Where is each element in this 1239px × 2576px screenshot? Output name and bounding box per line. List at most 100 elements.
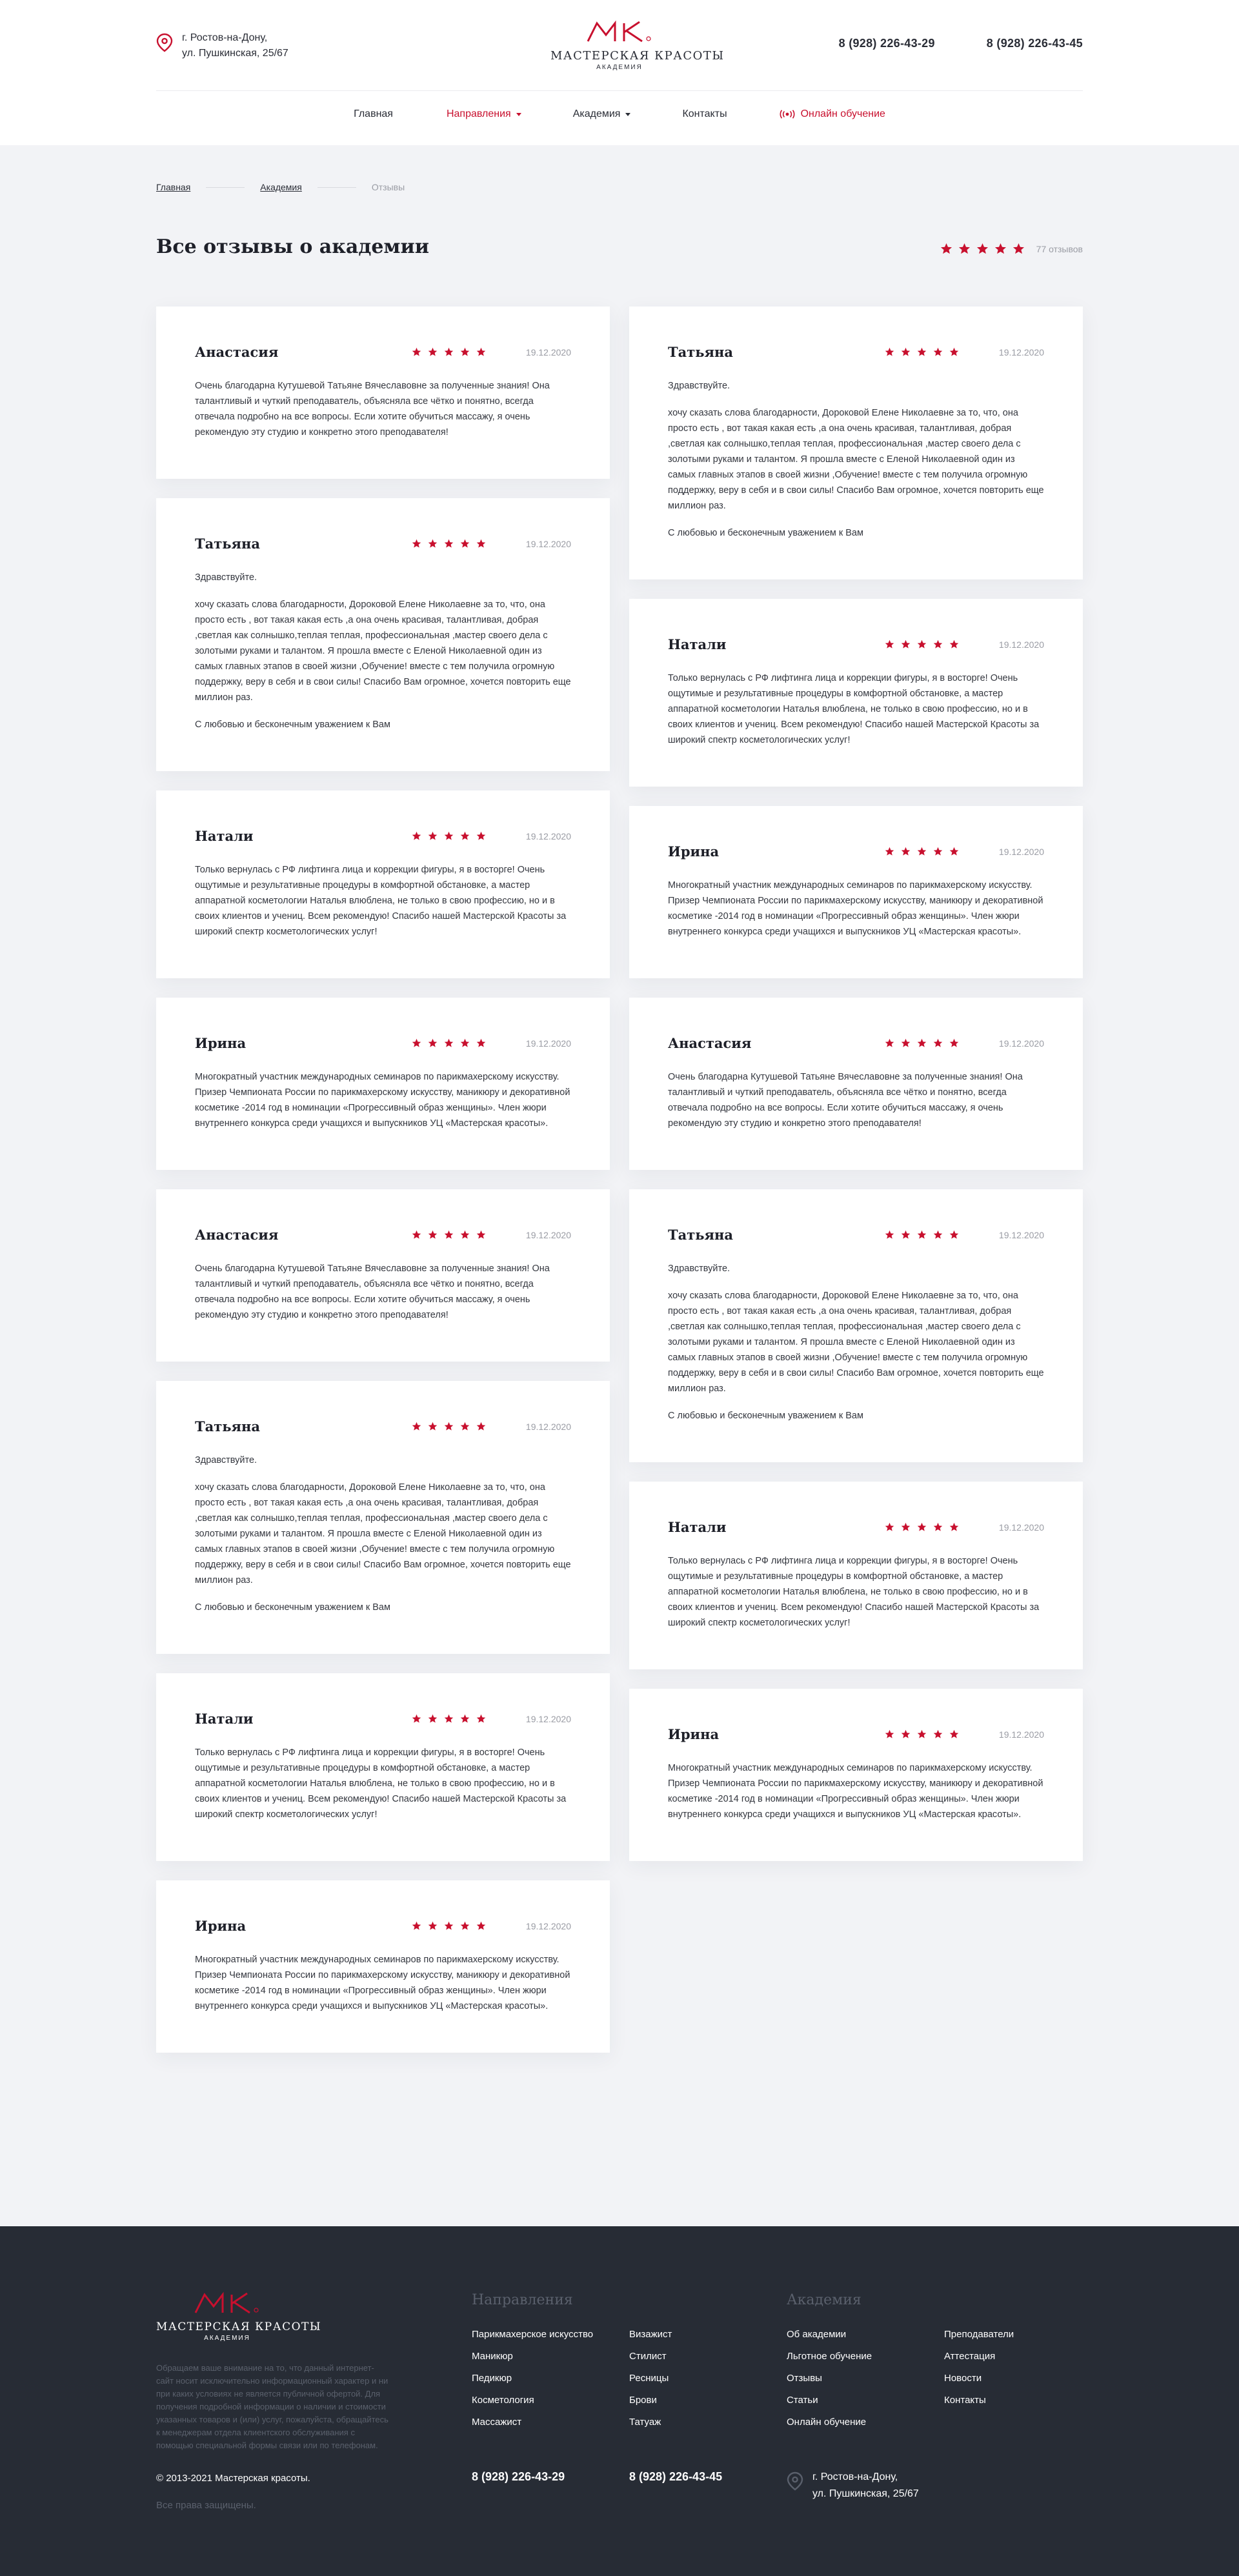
phone-link-2[interactable]: 8 (928) 226-43-45 <box>987 37 1083 50</box>
site-logo[interactable]: МАСТЕРСКАЯ КРАСОТЫ АКАДЕМИЯ <box>550 19 723 71</box>
review-stars <box>412 347 486 357</box>
star-icon <box>933 847 943 856</box>
review-author: Ирина <box>668 843 720 860</box>
footer-academy-item: Льготное обучение <box>787 2350 872 2363</box>
review-paragraph: Многократный участник международных семи… <box>195 1955 570 2011</box>
footer-academy-link[interactable]: Новости <box>944 2373 982 2384</box>
footer-direction-link[interactable]: Маникюр <box>472 2351 513 2362</box>
review-header: Натали 19.12.2020 <box>668 1519 1044 1535</box>
review-header: Татьяна 19.12.2020 <box>668 344 1044 360</box>
review-paragraph: Только вернулась с РФ лифтинга лица и ко… <box>668 1556 1040 1628</box>
star-icon <box>917 1729 927 1738</box>
phone-link-1[interactable]: 8 (928) 226-43-29 <box>839 37 935 50</box>
review-text: Очень благодарна Кутушевой Татьяне Вячес… <box>195 1261 571 1323</box>
footer-address: г. Ростов-на-Дону, ул. Пушкинская, 25/67 <box>787 2469 919 2502</box>
footer-phone-1[interactable]: 8 (928) 226-43-29 <box>472 2470 565 2484</box>
star-icon <box>444 1422 454 1431</box>
review-paragraph: Только вернулась с РФ лифтинга лица и ко… <box>195 1747 567 1820</box>
reviews-column-left: Анастасия 19.12.2020 Очень благодарна Куту… <box>156 307 610 2053</box>
star-icon <box>949 1729 959 1738</box>
star-icon <box>444 831 454 840</box>
breadcrumb-separator <box>317 186 356 188</box>
footer-academy-item: Аттестация <box>944 2350 1014 2363</box>
star-icon <box>917 1230 927 1239</box>
star-icon <box>940 243 952 254</box>
star-icon <box>901 1038 911 1047</box>
footer-logo[interactable]: МАСТЕРСКАЯ КРАСОТЫ АКАДЕМИЯ <box>156 2291 321 2342</box>
star-icon <box>476 1422 486 1431</box>
footer-academy-link[interactable]: Онлайн обучение <box>787 2417 866 2428</box>
review-meta: 19.12.2020 <box>412 347 571 357</box>
nav-home[interactable]: Главная <box>354 108 393 120</box>
star-icon <box>933 1522 943 1531</box>
review-card: Натали 19.12.2020 Только вернулась с РФ ли… <box>156 790 610 978</box>
footer-direction-item: Педикюр <box>472 2372 593 2385</box>
review-stars <box>885 847 959 856</box>
star-icon <box>476 1230 486 1239</box>
nav-contacts-label: Контакты <box>682 108 727 119</box>
review-meta: 19.12.2020 <box>885 1729 1044 1740</box>
review-meta: 19.12.2020 <box>885 1522 1044 1533</box>
review-header: Татьяна 19.12.2020 <box>195 536 571 552</box>
review-paragraph: Здравствуйте. <box>668 1263 730 1274</box>
footer-direction-link[interactable]: Педикюр <box>472 2373 512 2384</box>
review-stars <box>412 539 486 548</box>
footer-direction-item: Визажист <box>629 2328 672 2341</box>
review-date: 19.12.2020 <box>525 1713 571 1724</box>
review-stars <box>885 1230 959 1240</box>
footer-direction-link[interactable]: Брови <box>629 2395 657 2406</box>
reviews-count: 77 отзывов <box>1036 243 1083 254</box>
nav-contacts[interactable]: Контакты <box>682 108 727 120</box>
footer-academy-link[interactable]: Контакты <box>944 2395 986 2406</box>
star-icon <box>933 347 943 356</box>
footer-academy-link[interactable]: Аттестация <box>944 2351 995 2362</box>
star-icon <box>917 1522 927 1531</box>
review-date: 19.12.2020 <box>525 1229 571 1240</box>
footer-direction-link[interactable]: Косметология <box>472 2395 534 2406</box>
star-icon <box>428 1422 438 1431</box>
footer-disclaimer: Обращаем ваше внимание на то, что данный… <box>156 2363 388 2450</box>
review-text: Очень благодарна Кутушевой Татьяне Вячес… <box>668 1069 1044 1131</box>
nav-academy[interactable]: Академия <box>573 108 631 120</box>
logo-mark-icon <box>587 20 651 43</box>
footer-direction-item: Ресницы <box>629 2372 672 2385</box>
footer-direction-link[interactable]: Парикмахерское искусство <box>472 2329 593 2340</box>
footer-academy-link[interactable]: Льготное обучение <box>787 2351 872 2362</box>
footer-direction-link[interactable]: Массажист <box>472 2417 521 2428</box>
review-author: Татьяна <box>668 1227 733 1243</box>
footer-phone-2[interactable]: 8 (928) 226-43-45 <box>629 2470 722 2484</box>
footer-direction-link[interactable]: Визажист <box>629 2329 672 2340</box>
nav-online[interactable]: Онлайн обучение <box>779 108 885 120</box>
star-icon <box>885 639 894 649</box>
review-date: 19.12.2020 <box>998 1229 1044 1240</box>
star-icon <box>460 1714 470 1723</box>
footer-academy-link[interactable]: Об академии <box>787 2329 846 2340</box>
footer-academy-item: Об академии <box>787 2328 872 2341</box>
nav-directions[interactable]: Направления <box>447 108 521 120</box>
review-date: 19.12.2020 <box>525 1920 571 1931</box>
star-icon <box>412 1921 421 1930</box>
review-author: Анастасия <box>668 1035 752 1051</box>
breadcrumb-home[interactable]: Главная <box>156 182 190 192</box>
header-divider <box>156 90 1083 91</box>
footer-direction-link[interactable]: Ресницы <box>629 2373 669 2384</box>
review-text: Только вернулась с РФ лифтинга лица и ко… <box>668 670 1044 748</box>
footer-direction-link[interactable]: Стилист <box>629 2351 667 2362</box>
footer-academy-link[interactable]: Статьи <box>787 2395 818 2406</box>
star-icon <box>476 1921 486 1930</box>
site-footer: МАСТЕРСКАЯ КРАСОТЫ АКАДЕМИЯ Обращаем ваш… <box>0 2226 1239 2576</box>
logo-mark-icon <box>194 2291 259 2314</box>
review-author: Натали <box>668 636 727 652</box>
footer-academy-link[interactable]: Отзывы <box>787 2373 822 2384</box>
footer-academy-link[interactable]: Преподаватели <box>944 2329 1014 2340</box>
review-meta: 19.12.2020 <box>412 1422 571 1432</box>
review-header: Татьяна 19.12.2020 <box>195 1418 571 1434</box>
star-icon <box>428 539 438 548</box>
footer-direction-link[interactable]: Татуаж <box>629 2417 661 2428</box>
review-meta: 19.12.2020 <box>412 831 571 841</box>
review-paragraph: Очень благодарна Кутушевой Татьяне Вячес… <box>668 1072 1023 1129</box>
review-stars <box>412 1230 486 1240</box>
star-icon <box>976 243 988 254</box>
review-header: Натали 19.12.2020 <box>195 828 571 844</box>
breadcrumb-academy[interactable]: Академия <box>260 182 302 192</box>
